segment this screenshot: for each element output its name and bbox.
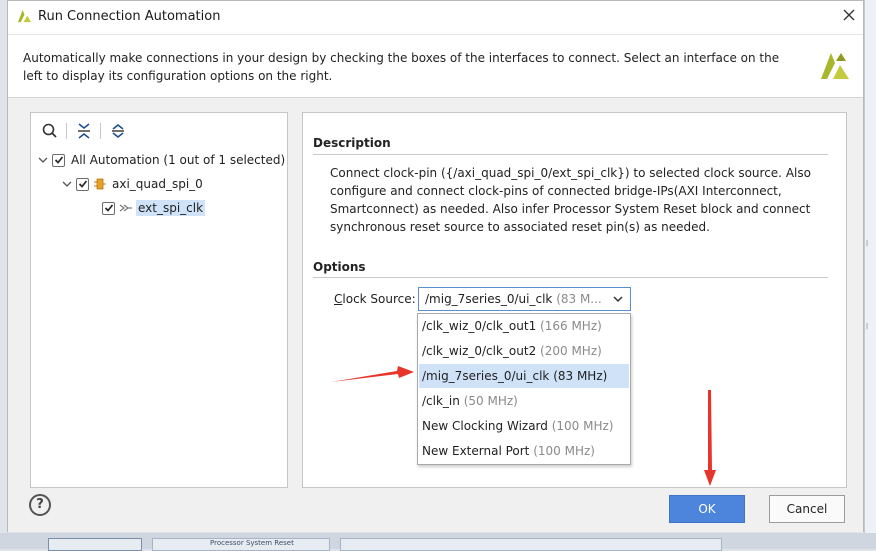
expand-all-button[interactable] [109,122,127,140]
option-name: New Clocking Wizard [422,419,548,433]
tree-item-label: ext_spi_clk [136,200,206,216]
help-button[interactable]: ? [29,494,51,516]
tree-item-label: All Automation (1 out of 1 selected) [71,153,286,167]
chevron-down-icon[interactable] [37,154,49,166]
section-divider [313,277,828,278]
chevron-down-icon[interactable] [61,178,73,190]
option-name: /mig_7series_0/ui_clk [422,369,550,383]
checkmark-icon [78,180,87,188]
collapse-all-button[interactable] [75,122,93,140]
background-canvas-text: | [866,323,869,330]
clock-source-label-text: lock Source: [342,292,416,306]
ext-spi-clk-checkbox[interactable] [102,201,115,215]
toolbar-separator [66,123,67,139]
dropdown-option[interactable]: /clk_wiz_0/clk_out1 (166 MHz) [419,314,629,338]
run-connection-automation-dialog: Run Connection Automation Automatically … [7,0,864,532]
checkmark-icon [54,156,63,164]
search-button[interactable] [41,122,59,140]
background-block-label: Processor System Reset [210,539,294,547]
background-block [48,538,142,551]
ok-button[interactable]: OK [669,495,745,523]
option-freq: (50 MHz) [463,394,518,408]
background-block [340,538,722,551]
clock-pin-icon [119,204,132,212]
dialog-header: Automatically make connections in your d… [8,34,863,98]
dropdown-option-selected[interactable]: /mig_7series_0/ui_clk (83 MHz) [419,364,629,388]
clock-source-select[interactable]: /mig_7series_0/ui_clk (83 M... [418,287,631,311]
dialog-title: Run Connection Automation [38,9,221,24]
options-title: Options [313,260,366,274]
ip-block-icon [94,178,106,190]
option-name: /clk_wiz_0/clk_out1 [422,319,537,333]
option-freq: (100 MHz) [551,419,614,433]
selected-clock-freq: (83 M... [556,292,602,306]
option-freq: (200 MHz) [540,344,602,358]
all-automation-checkbox[interactable] [52,153,65,167]
clock-source-selected-value: /mig_7series_0/ui_clk (83 M... [425,292,602,306]
tree-toolbar [31,113,287,149]
clock-source-dropdown: /clk_wiz_0/clk_out1 (166 MHz) /clk_wiz_0… [417,313,631,465]
checkmark-icon [104,204,113,212]
tree-item-axi-quad-spi[interactable]: axi_quad_spi_0 [61,173,205,195]
vivado-logo-icon [17,9,32,23]
tree-item-all-automation[interactable]: All Automation (1 out of 1 selected) [37,149,287,171]
chevron-down-icon[interactable] [613,295,623,303]
close-button[interactable] [841,7,857,23]
background-canvas-edge [864,0,876,533]
axi-quad-spi-checkbox[interactable] [76,177,89,191]
tree-item-label: axi_quad_spi_0 [112,177,203,191]
option-name: /clk_wiz_0/clk_out2 [422,344,537,358]
expand-all-icon [112,123,124,139]
header-description: Automatically make connections in your d… [23,51,780,83]
tree-item-ext-spi-clk[interactable]: ext_spi_clk [99,197,206,219]
vivado-logo-icon [821,53,849,79]
title-bar[interactable]: Run Connection Automation [8,1,863,34]
toolbar-separator [100,123,101,139]
dropdown-option[interactable]: New External Port (100 MHz) [419,439,629,463]
option-freq: (100 MHz) [533,444,595,458]
interface-tree-panel: All Automation (1 out of 1 selected) axi… [30,112,288,488]
clock-source-label: Clock Source: [334,292,416,306]
close-icon [843,9,855,21]
option-name: /clk_in [422,394,460,408]
dropdown-option[interactable]: /clk_wiz_0/clk_out2 (200 MHz) [419,339,629,363]
description-text: Connect clock-pin ({/axi_quad_spi_0/ext_… [330,166,811,234]
dropdown-option[interactable]: New Clocking Wizard (100 MHz) [419,414,629,438]
description-title: Description [313,136,391,150]
option-freq: (83 MHz) [553,369,608,383]
search-icon [42,123,57,138]
option-name: New External Port [422,444,530,458]
section-divider [313,154,828,155]
dropdown-option[interactable]: /clk_in (50 MHz) [419,389,629,413]
option-freq: (166 MHz) [540,319,602,333]
collapse-all-icon [78,123,90,139]
cancel-button[interactable]: Cancel [769,495,845,523]
selected-clock-name: /mig_7series_0/ui_clk [425,292,553,306]
background-canvas-text: | [866,240,869,247]
